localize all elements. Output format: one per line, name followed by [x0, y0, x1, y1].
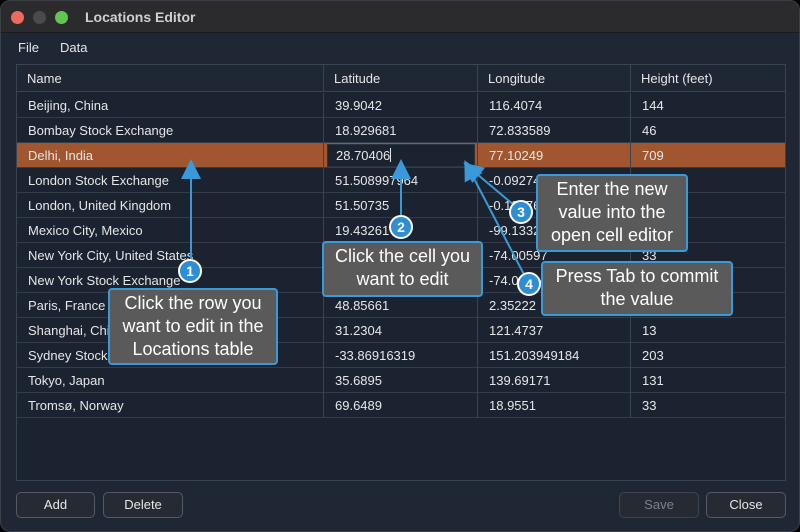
cell-longitude[interactable]: 18.9551	[478, 393, 631, 418]
table-row[interactable]: Bombay Stock Exchange 18.929681 72.833589 4…	[17, 118, 785, 143]
header-latitude[interactable]: Latitude	[324, 65, 478, 92]
step-3-badge: 3	[509, 200, 533, 224]
cell-name[interactable]: New York City, United States	[17, 243, 324, 268]
cell-name[interactable]: Tromsø, Norway	[17, 393, 324, 418]
cell-latitude[interactable]: 69.6489	[324, 393, 478, 418]
table-row[interactable]: Delhi, India 28.70406 77.10249 709	[17, 143, 785, 168]
cell-name[interactable]: Bombay Stock Exchange	[17, 118, 324, 143]
cell-latitude[interactable]: 39.9042	[324, 93, 478, 118]
title-bar: Locations Editor	[1, 1, 799, 33]
table-row[interactable]: Tromsø, Norway 69.6489 18.9551 33	[17, 393, 785, 418]
callout-4: Press Tab to commit the value	[541, 261, 733, 316]
menu-data[interactable]: Data	[60, 40, 87, 55]
cell-latitude[interactable]: 31.2304	[324, 318, 478, 343]
cell-latitude[interactable]: 18.929681	[324, 118, 478, 143]
cell-longitude[interactable]: 151.203949184	[478, 343, 631, 368]
step-2-badge: 2	[389, 215, 413, 239]
cell-latitude[interactable]: -33.86916319	[324, 343, 478, 368]
callout-2: Click the cell you want to edit	[322, 241, 483, 297]
cell-longitude[interactable]: 139.69171	[478, 368, 631, 393]
window-title: Locations Editor	[85, 9, 196, 25]
header-height[interactable]: Height (feet)	[631, 65, 785, 92]
cell-height[interactable]: 13	[631, 318, 785, 343]
cell-name[interactable]: Delhi, India	[17, 143, 324, 168]
cell-name[interactable]: Tokyo, Japan	[17, 368, 324, 393]
cell-longitude[interactable]: 72.833589	[478, 118, 631, 143]
cell-height[interactable]: 131	[631, 368, 785, 393]
cell-height[interactable]: 46	[631, 118, 785, 143]
locations-editor-window: Locations Editor File Data Name Latitude…	[0, 0, 800, 532]
header-name[interactable]: Name	[17, 65, 324, 92]
callout-1: Click the row you want to edit in the Lo…	[108, 288, 278, 365]
cell-editor-value: 28.70406	[336, 148, 391, 163]
close-window-icon[interactable]	[11, 11, 24, 24]
table-row[interactable]: Beijing, China 39.9042 116.4074 144	[17, 93, 785, 118]
cell-longitude[interactable]: 116.4074	[478, 93, 631, 118]
save-button[interactable]: Save	[619, 492, 699, 518]
cell-height[interactable]: 709	[631, 143, 785, 168]
cell-editor-input[interactable]: 28.70406	[327, 144, 475, 167]
header-longitude[interactable]: Longitude	[478, 65, 631, 92]
maximize-window-icon[interactable]	[55, 11, 68, 24]
cell-height[interactable]: 203	[631, 343, 785, 368]
cell-height[interactable]: 33	[631, 393, 785, 418]
cell-name[interactable]: London Stock Exchange	[17, 168, 324, 193]
cell-latitude[interactable]: 35.6895	[324, 368, 478, 393]
step-1-badge: 1	[178, 259, 202, 283]
table-row[interactable]: Tokyo, Japan 35.6895 139.69171 131	[17, 368, 785, 393]
callout-3: Enter the new value into the open cell e…	[536, 174, 688, 252]
close-button[interactable]: Close	[706, 492, 786, 518]
cell-name[interactable]: Mexico City, Mexico	[17, 218, 324, 243]
menu-bar: File Data	[1, 33, 799, 61]
step-4-badge: 4	[517, 272, 541, 296]
minimize-window-icon[interactable]	[33, 11, 46, 24]
delete-button[interactable]: Delete	[103, 492, 183, 518]
text-caret	[390, 148, 392, 162]
cell-height[interactable]: 144	[631, 93, 785, 118]
add-button[interactable]: Add	[16, 492, 95, 518]
cell-name[interactable]: London, United Kingdom	[17, 193, 324, 218]
cell-latitude[interactable]: 51.508997964	[324, 168, 478, 193]
cell-longitude[interactable]: 77.10249	[478, 143, 631, 168]
cell-longitude[interactable]: 121.4737	[478, 318, 631, 343]
cell-name[interactable]: Beijing, China	[17, 93, 324, 118]
menu-file[interactable]: File	[18, 40, 39, 55]
table-header: Name Latitude Longitude Height (feet)	[17, 65, 785, 92]
